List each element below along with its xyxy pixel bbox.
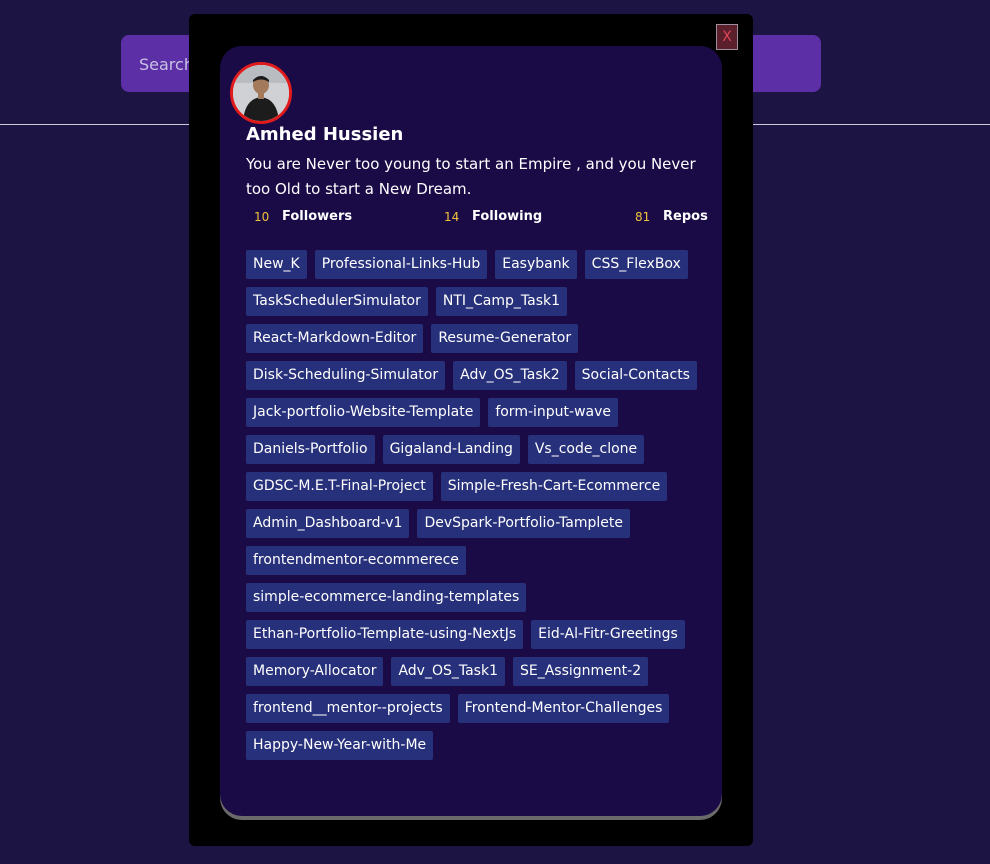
repo-chip[interactable]: Disk-Scheduling-Simulator	[246, 361, 446, 390]
repo-chip[interactable]: frontend__mentor--projects	[246, 694, 450, 723]
repo-chip[interactable]: Social-Contacts	[574, 361, 697, 390]
avatar	[230, 62, 292, 124]
repo-chip[interactable]: form-input-wave	[488, 398, 618, 427]
following-count: 14	[444, 210, 460, 224]
repo-chip[interactable]: Gigaland-Landing	[382, 435, 520, 464]
user-name: Amhed Hussien	[246, 124, 404, 145]
repo-chip[interactable]: DevSpark-Portfolio-Tamplete	[417, 509, 630, 538]
repo-chip[interactable]: Ethan-Portfolio-Template-using-NextJs	[246, 620, 524, 649]
repo-chip[interactable]: Memory-Allocator	[246, 657, 384, 686]
repo-chip[interactable]: Happy-New-Year-with-Me	[246, 731, 434, 760]
repo-chip[interactable]: NTI_Camp_Task1	[435, 287, 568, 316]
repo-chip[interactable]: Resume-Generator	[431, 324, 579, 353]
repo-chip[interactable]: Adv_OS_Task2	[453, 361, 567, 390]
user-bio: You are Never too young to start an Empi…	[246, 155, 696, 198]
repo-chip[interactable]: Vs_code_clone	[527, 435, 645, 464]
repo-chip[interactable]: Frontend-Mentor-Challenges	[457, 694, 670, 723]
repo-chip[interactable]: frontendmentor-ecommerece	[246, 546, 466, 575]
repo-chip[interactable]: TaskSchedulerSimulator	[246, 287, 428, 316]
repo-chip[interactable]: Easybank	[495, 250, 577, 279]
repo-chip[interactable]: Admin_Dashboard-v1	[246, 509, 410, 538]
repo-chip[interactable]: Professional-Links-Hub	[314, 250, 488, 279]
following-label: Following	[472, 209, 543, 224]
repo-chip[interactable]: GDSC-M.E.T-Final-Project	[246, 472, 433, 501]
repo-chip[interactable]: Daniels-Portfolio	[246, 435, 375, 464]
repo-chip[interactable]: New_K	[246, 250, 307, 279]
avatar-photo-icon	[233, 65, 289, 121]
repos-count: 81	[635, 210, 651, 224]
repo-chip[interactable]: Simple-Fresh-Cart-Ecommerce	[440, 472, 668, 501]
close-button[interactable]: X	[716, 24, 738, 50]
followers-label: Followers	[282, 209, 353, 224]
repo-list: New_K Professional-Links-Hub Easybank CSS_F…	[246, 250, 716, 760]
repo-chip[interactable]: Jack-portfolio-Website-Template	[246, 398, 481, 427]
repo-chip[interactable]: Adv_OS_Task1	[391, 657, 505, 686]
repos-label: Repos	[663, 209, 708, 224]
profile-card: Amhed Hussien You are Never too young to…	[220, 46, 722, 816]
repo-chip[interactable]: SE_Assignment-2	[512, 657, 649, 686]
repo-chip[interactable]: React-Markdown-Editor	[246, 324, 424, 353]
followers-count: 10	[254, 210, 270, 224]
repo-chip[interactable]: CSS_FlexBox	[584, 250, 688, 279]
repo-chip[interactable]: simple-ecommerce-landing-templates	[246, 583, 527, 612]
repo-chip[interactable]: Eid-Al-Fitr-Greetings	[531, 620, 685, 649]
